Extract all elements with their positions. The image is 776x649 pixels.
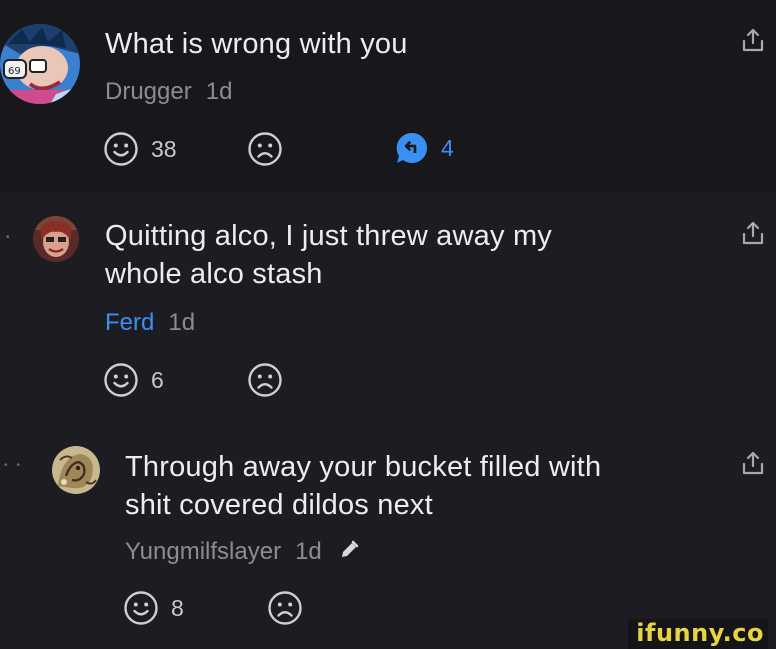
smile-icon — [123, 590, 159, 626]
smile-count: 6 — [151, 366, 164, 393]
reply-count: 4 — [441, 134, 454, 161]
watermark-text: ifunny.co — [636, 619, 764, 647]
comment-meta: Ferd 1d — [105, 309, 195, 337]
comment-text-line: shit covered dildos next — [125, 489, 433, 521]
comment-item: •• Through away your bucket filled with … — [0, 422, 776, 649]
frown-icon — [267, 590, 303, 626]
comment-time: 1d — [168, 309, 196, 336]
comment-time: 1d — [205, 78, 233, 105]
comment-text-line: Quitting alco, I just threw away my — [105, 220, 552, 252]
svg-text:69: 69 — [8, 66, 21, 77]
comment-actions: 38 4 — [103, 131, 503, 171]
person-avatar[interactable] — [33, 216, 79, 262]
comment-meta: Yungmilfslayer 1d — [125, 538, 360, 566]
share-icon[interactable] — [740, 450, 766, 476]
comment-item: • Quitting alco, I just threw away my wh… — [0, 192, 776, 422]
unsmile-button[interactable] — [267, 590, 303, 626]
comment-text-line: Through away your bucket filled with — [125, 451, 602, 483]
reply-bubble-icon — [396, 132, 427, 163]
smile-icon — [103, 362, 139, 398]
pencil-icon — [342, 540, 359, 557]
thread-depth-indicator: •• — [4, 460, 30, 471]
comment-actions: 8 — [123, 590, 423, 630]
comment-text-line: whole alco stash — [105, 258, 323, 290]
unsmile-button[interactable] — [247, 362, 283, 398]
dragon-avatar[interactable] — [52, 446, 100, 494]
comment-item: 69 What is wrong with you Drugger 1d 38 4 — [0, 0, 776, 192]
comment-text: What is wrong with you — [105, 28, 408, 60]
comment-time: 1d — [295, 538, 322, 565]
share-icon[interactable] — [740, 220, 766, 246]
smile-count: 38 — [151, 135, 177, 162]
comment-actions: 6 — [103, 362, 403, 402]
cartoon-character-avatar[interactable]: 69 — [0, 24, 80, 104]
smile-button[interactable]: 6 — [103, 362, 164, 398]
frown-icon — [247, 362, 283, 398]
frown-icon — [247, 131, 283, 167]
replies-button[interactable]: 4 — [395, 131, 454, 165]
comment-meta: Drugger 1d — [105, 78, 232, 106]
comment-author[interactable]: Yungmilfslayer — [125, 538, 281, 565]
share-icon[interactable] — [740, 27, 766, 53]
comment-author[interactable]: Drugger — [105, 78, 192, 105]
smile-button[interactable]: 38 — [103, 131, 177, 167]
smile-button[interactable]: 8 — [123, 590, 184, 626]
comment-text: Through away your bucket filled with shi… — [125, 448, 601, 524]
comment-author[interactable]: Ferd — [105, 309, 154, 336]
ifunny-watermark: ifunny.co — [628, 619, 768, 649]
thread-depth-indicator: • — [6, 232, 19, 243]
smile-icon — [103, 131, 139, 167]
comment-text: Quitting alco, I just threw away my whol… — [105, 217, 552, 293]
smile-count: 8 — [171, 594, 184, 621]
unsmile-button[interactable] — [247, 131, 283, 167]
